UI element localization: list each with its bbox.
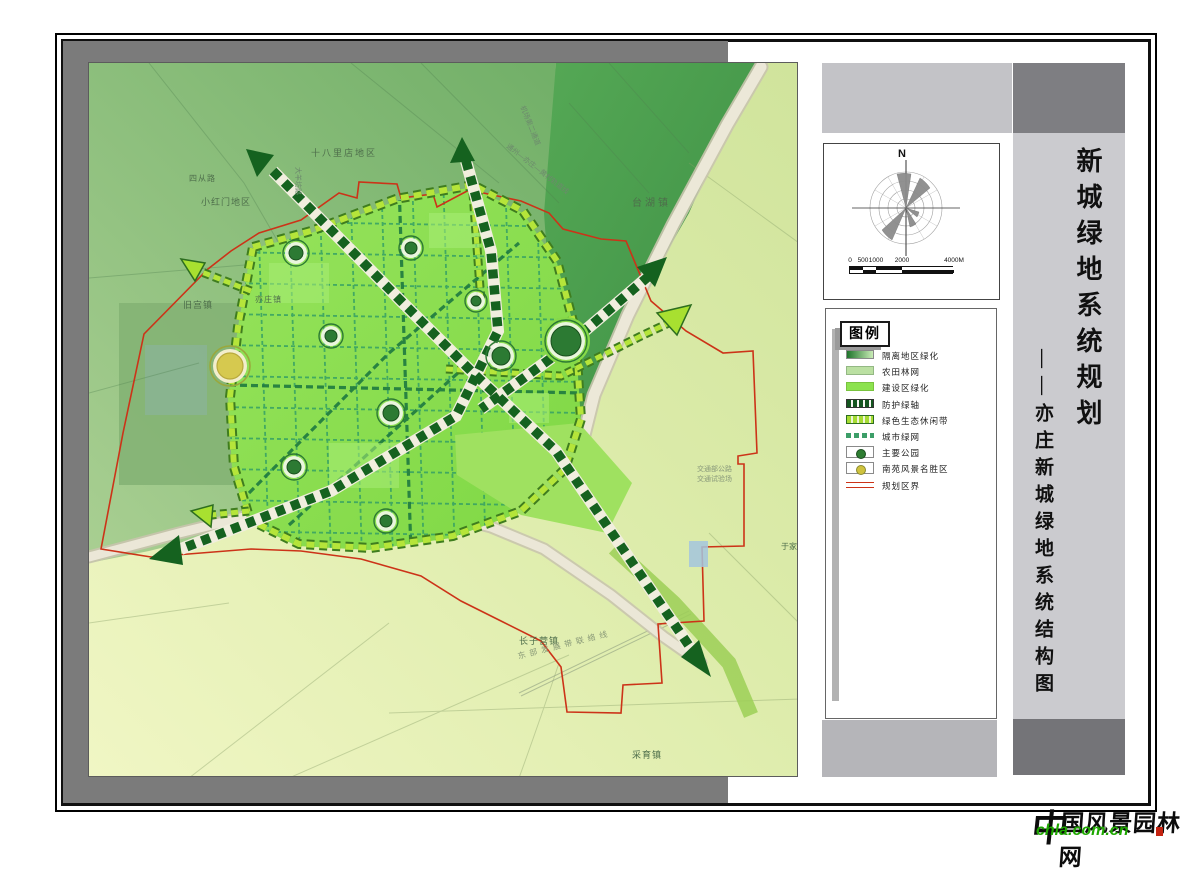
legend-item-label: 建设区绿化 [882, 382, 930, 394]
bottom-gray-bar [822, 720, 997, 777]
map-label: 亦庄镇 [255, 296, 282, 304]
map-label: 交通试验场 [697, 476, 732, 483]
legend-item-label: 南苑风景名胜区 [882, 463, 949, 475]
legend-item-net: 城市绿网 [826, 430, 996, 444]
scale-bar: 0500100020004000M [849, 266, 953, 274]
top-gray-bar [822, 63, 1012, 133]
band-swatch [846, 415, 874, 424]
scenic-swatch [846, 462, 874, 474]
plan-map-canvas [89, 63, 798, 777]
map-label: 旧宫镇 [183, 301, 213, 310]
legend-header: 图例 [840, 321, 890, 347]
legend-item-label: 防护绿轴 [882, 399, 920, 411]
water-patch [145, 345, 207, 415]
bright-swatch [846, 382, 874, 391]
park-marker [405, 242, 417, 254]
map-label: 小红门地区 [201, 198, 251, 207]
legend-item-park: 主要公园 [826, 446, 996, 460]
map-label: 十八里店地区 [311, 149, 377, 158]
scale-segment [850, 270, 863, 273]
legend-panel: 图例 隔离地区绿化农田林网建设区绿化防护绿轴绿色生态休闲带城市绿网主要公园南苑风… [825, 308, 997, 719]
map-label: 于家务 [781, 543, 798, 551]
legend-item-band: 绿色生态休闲带 [826, 414, 996, 428]
scale-tick: 4000M [944, 257, 964, 264]
legend-item-label: 城市绿网 [882, 431, 920, 443]
map-label: 台湖镇 [632, 199, 671, 209]
park-marker [325, 330, 337, 342]
pale-swatch [846, 366, 874, 375]
park-marker [289, 246, 303, 260]
map-label: 大羊坊路 [294, 167, 301, 195]
map-label: 采育镇 [632, 751, 662, 760]
site-watermark: 中 国风景园林网 chla.com.cn [1030, 796, 1191, 842]
legend-item-pale: 农田林网 [826, 365, 996, 379]
title-bottom-block [1013, 719, 1125, 775]
park-marker [380, 515, 392, 527]
legend-item-label: 绿色生态休闲带 [882, 415, 949, 427]
wind-rose [824, 156, 999, 268]
legend-item-label: 主要公园 [882, 447, 920, 459]
scale-tick: 2000 [895, 257, 909, 264]
net-swatch [846, 433, 874, 438]
legend-item-axis: 防护绿轴 [826, 398, 996, 412]
park-marker [287, 460, 301, 474]
scale-tick: 0 [848, 257, 852, 264]
legend-item-label: 农田林网 [882, 366, 920, 378]
park-swatch [846, 446, 874, 458]
scale-segment [902, 270, 954, 273]
park-marker [383, 405, 399, 421]
scale-segment [863, 270, 876, 273]
watermark-url-link[interactable]: chla.com.cn [1036, 822, 1128, 840]
boundary-swatch [846, 482, 874, 488]
scale-segment [876, 270, 902, 273]
map-label: 交通部公路 [697, 466, 732, 473]
legend-item-label: 规划区界 [882, 480, 920, 492]
watermark-stamp [1156, 827, 1163, 836]
park-marker [471, 296, 481, 306]
legend-item-bright: 建设区绿化 [826, 381, 996, 395]
scale-tick: 1000 [869, 257, 883, 264]
legend-item-boundary: 规划区界 [826, 479, 996, 493]
park-marker [551, 326, 581, 356]
gradient-swatch [846, 350, 874, 359]
sub-title: ——亦庄新城绿地系统结构图 [1029, 349, 1056, 700]
legend-item-label: 隔离地区绿化 [882, 350, 939, 362]
legend-item-gradient: 隔离地区绿化 [826, 349, 996, 363]
plan-map: 十八里店地区四从路小红门地区台湖镇旧宫镇亦庄镇长子营镇采育镇于家务交通部公路交通… [88, 62, 798, 777]
park-marker [492, 347, 510, 365]
title-panel: 新城绿地系统规划 ——亦庄新城绿地系统结构图 [1013, 63, 1125, 775]
scale-tick: 500 [858, 257, 869, 264]
axis-swatch [846, 399, 874, 408]
title-top-block [1013, 63, 1125, 133]
water-pond [689, 541, 708, 567]
scenic-circle [217, 353, 243, 379]
map-label: 四从路 [189, 175, 216, 183]
north-scale-panel: N 0500100020004000M [823, 143, 1000, 300]
main-title: 新城绿地系统规划 [1069, 147, 1106, 435]
legend-item-scenic: 南苑风景名胜区 [826, 462, 996, 476]
